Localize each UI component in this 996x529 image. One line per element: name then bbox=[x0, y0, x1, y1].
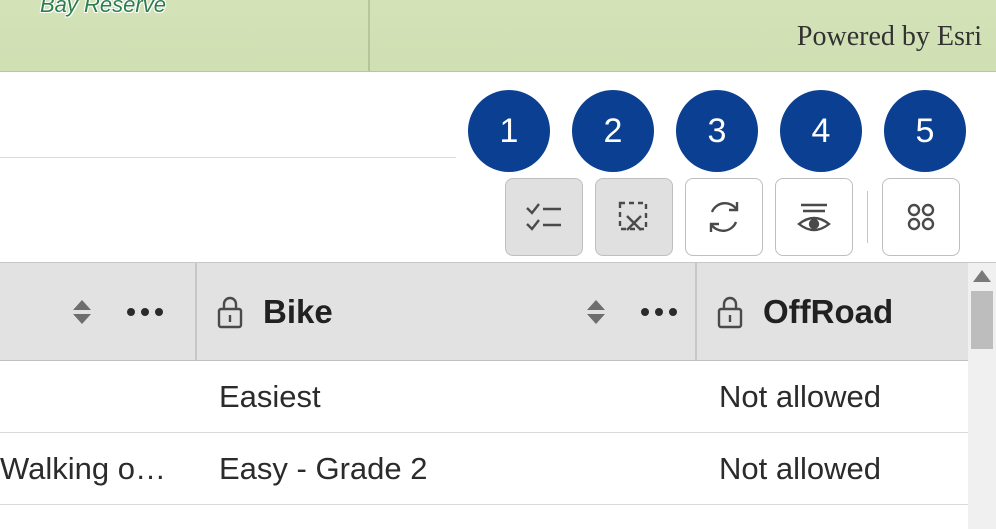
table-row[interactable]: Easiest Not allowed bbox=[0, 361, 996, 433]
clear-selection-button bbox=[595, 178, 673, 256]
column-menu-icon[interactable] bbox=[127, 308, 163, 316]
checklist-icon bbox=[523, 196, 565, 238]
clear-selection-icon bbox=[613, 196, 655, 238]
table-toolbar bbox=[505, 178, 960, 256]
annotation-2: 2 bbox=[572, 90, 654, 172]
map-attribution: Powered by Esri bbox=[797, 21, 982, 53]
lock-icon bbox=[215, 295, 245, 329]
toolbar-area: 1 2 3 4 5 bbox=[0, 72, 996, 262]
cell: Walking o… bbox=[0, 451, 197, 487]
map-feature-label: Bay Reserve bbox=[40, 0, 166, 18]
apps-button[interactable] bbox=[882, 178, 960, 256]
column-menu-icon[interactable] bbox=[641, 308, 677, 316]
annotation-4: 4 bbox=[780, 90, 862, 172]
attribute-table: Bike OffRoad Easiest Not allowed Walking… bbox=[0, 262, 996, 529]
scroll-thumb[interactable] bbox=[971, 291, 993, 349]
vertical-scrollbar[interactable] bbox=[968, 263, 996, 529]
annotation-1: 1 bbox=[468, 90, 550, 172]
lock-icon bbox=[715, 295, 745, 329]
cell: Not allowed bbox=[697, 451, 996, 487]
annotation-3: 3 bbox=[676, 90, 758, 172]
column-header-offroad[interactable]: OffRoad bbox=[697, 263, 996, 360]
table-body: Easiest Not allowed Walking o… Easy - Gr… bbox=[0, 361, 996, 505]
column-label: OffRoad bbox=[763, 293, 893, 331]
toolbar-separator bbox=[867, 191, 868, 243]
column-header-bike[interactable]: Bike bbox=[197, 263, 697, 360]
annotation-5: 5 bbox=[884, 90, 966, 172]
grid-dots-icon bbox=[900, 196, 942, 238]
sort-icon[interactable] bbox=[73, 300, 91, 324]
column-header-0[interactable] bbox=[0, 263, 197, 360]
map-preview[interactable]: Bay Reserve Powered by Esri bbox=[0, 0, 996, 72]
columns-visibility-icon bbox=[793, 196, 835, 238]
sort-icon[interactable] bbox=[587, 300, 605, 324]
refresh-icon bbox=[703, 196, 745, 238]
scroll-up-button[interactable] bbox=[968, 263, 996, 289]
cell: Easiest bbox=[197, 379, 697, 415]
table-header-row: Bike OffRoad bbox=[0, 263, 996, 361]
table-row[interactable]: Walking o… Easy - Grade 2 Not allowed bbox=[0, 433, 996, 505]
show-selection-button bbox=[505, 178, 583, 256]
cell: Easy - Grade 2 bbox=[197, 451, 697, 487]
show-hide-columns-button[interactable] bbox=[775, 178, 853, 256]
refresh-button[interactable] bbox=[685, 178, 763, 256]
column-label: Bike bbox=[263, 293, 333, 331]
annotation-markers: 1 2 3 4 5 bbox=[468, 90, 966, 172]
cell: Not allowed bbox=[697, 379, 996, 415]
